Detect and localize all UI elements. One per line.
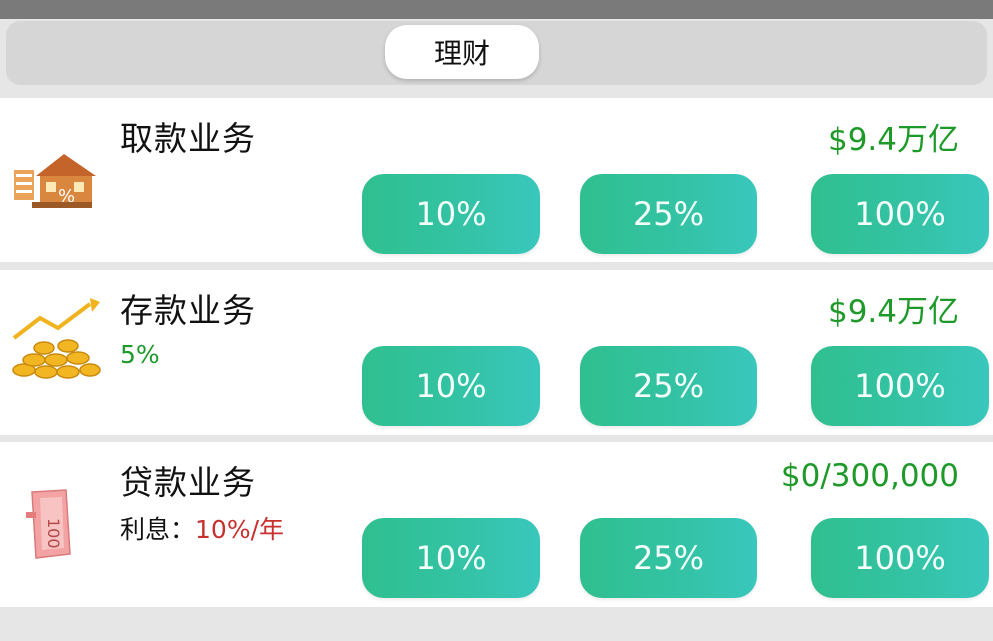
loan-25-button[interactable]: 25% bbox=[580, 518, 757, 598]
loan-interest: 利息：10%/年 bbox=[120, 510, 284, 546]
deposit-card: 存款业务 5% $9.4万亿 10% 25% 100% bbox=[0, 270, 993, 435]
loan-card: 100 贷款业务 利息：10%/年 $0/300,000 10% 25% 100… bbox=[0, 442, 993, 607]
deposit-25-button[interactable]: 25% bbox=[580, 346, 757, 426]
withdraw-card: % 取款业务 $9.4万亿 10% 25% 100% bbox=[0, 98, 993, 262]
status-bar bbox=[0, 0, 993, 19]
loan-amount: $0/300,000 bbox=[780, 458, 959, 494]
withdraw-100-button[interactable]: 100% bbox=[811, 174, 989, 254]
withdraw-amount: $9.4万亿 bbox=[827, 122, 959, 158]
withdraw-25-button[interactable]: 25% bbox=[580, 174, 757, 254]
loan-interest-rate: 10%/年 bbox=[195, 515, 285, 544]
withdraw-title: 取款业务 bbox=[120, 119, 256, 158]
coins-growth-icon bbox=[12, 298, 101, 379]
loan-title: 贷款业务 bbox=[120, 463, 256, 502]
loan-10-button[interactable]: 10% bbox=[362, 518, 540, 598]
withdraw-10-button[interactable]: 10% bbox=[362, 174, 540, 254]
deposit-rate: 5% bbox=[120, 340, 160, 369]
banknote-icon: 100 bbox=[26, 489, 71, 559]
loan-100-button[interactable]: 100% bbox=[811, 518, 989, 598]
svg-text:100: 100 bbox=[44, 518, 63, 549]
deposit-title: 存款业务 bbox=[120, 291, 256, 330]
house-percent-icon: % bbox=[14, 154, 96, 208]
deposit-100-button[interactable]: 100% bbox=[811, 346, 989, 426]
deposit-amount: $9.4万亿 bbox=[827, 294, 959, 330]
tab-finance[interactable]: 理财 bbox=[385, 25, 539, 79]
loan-interest-label: 利息： bbox=[120, 515, 196, 544]
deposit-10-button[interactable]: 10% bbox=[362, 346, 540, 426]
